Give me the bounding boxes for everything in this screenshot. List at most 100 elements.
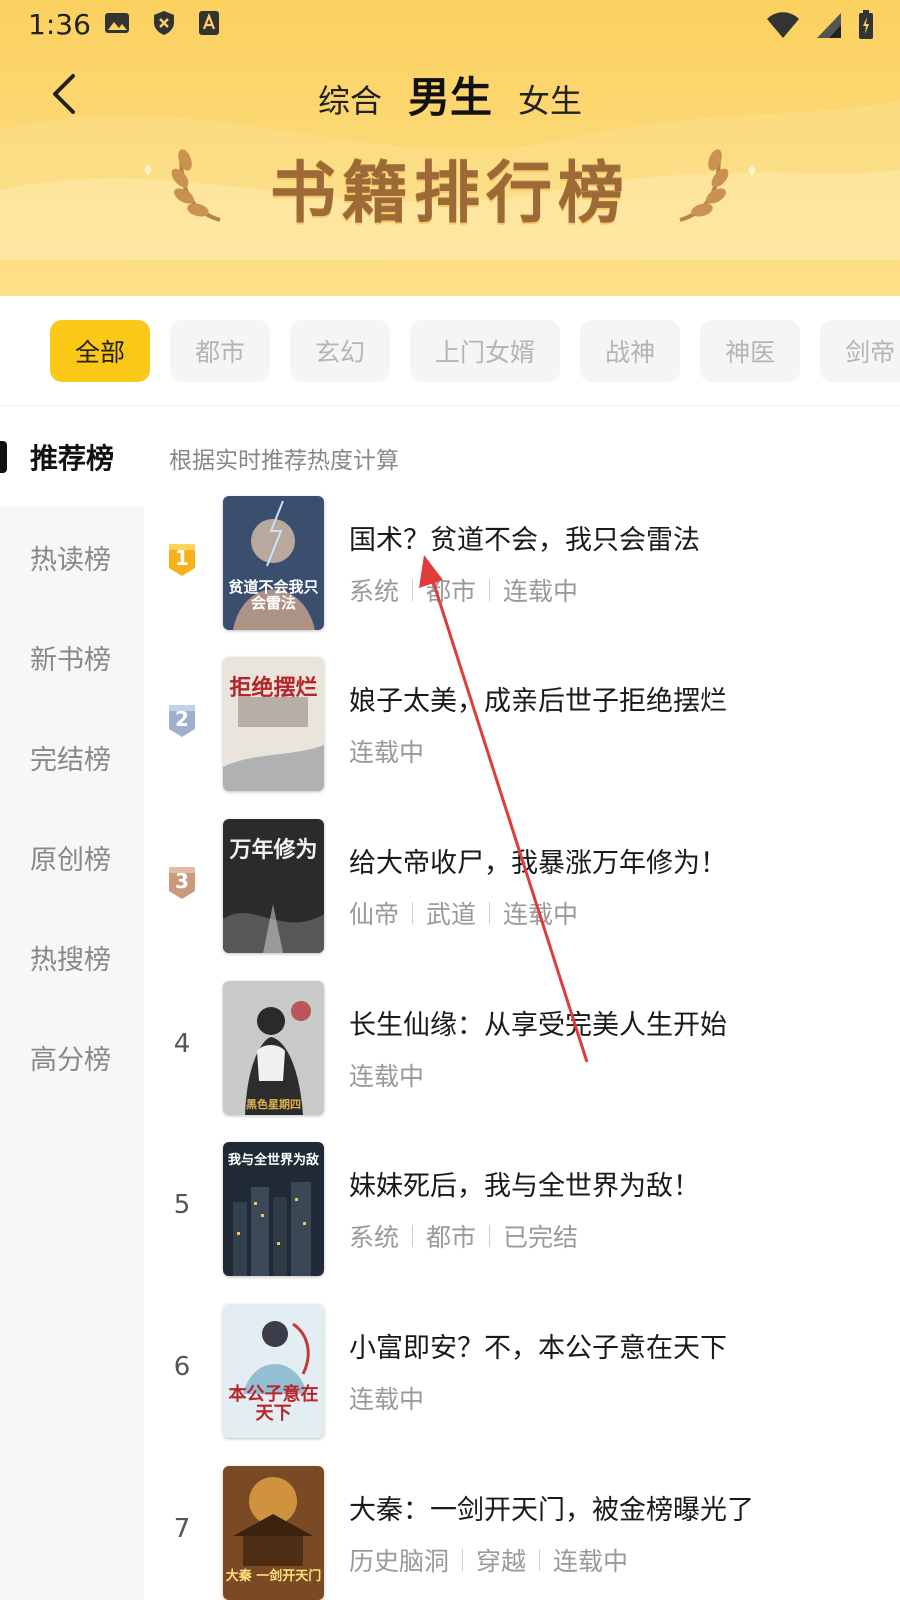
wifi-icon [766, 11, 800, 43]
book-cover[interactable]: 本公子意在天下 [223, 1304, 324, 1438]
book-list: 根据实时推荐热度计算 1 贫道不会我只会雷法 国术？贫道不会，我只会雷法 系统 … [144, 407, 900, 1600]
sidebar-item-label: 推荐榜 [30, 442, 115, 475]
rank-number: 7 [173, 1514, 191, 1544]
cover-title: 我与全世界为敌 [227, 1153, 319, 1168]
sidebar-item-label: 完结榜 [30, 744, 111, 776]
book-title: 长生仙缘：从享受完美人生开始 [349, 1010, 727, 1041]
ranking-sidebar: 推荐榜 热读榜 新书榜 完结榜 原创榜 热搜榜 高分榜 [0, 407, 144, 1600]
book-row[interactable]: 1 贫道不会我只会雷法 国术？贫道不会，我只会雷法 系统 都市 连载中 [144, 496, 900, 630]
book-cover[interactable]: 黑色星期四 [223, 981, 324, 1115]
book-tags: 连载中 [349, 733, 424, 769]
book-tag: 系统 [349, 1223, 400, 1252]
tag-divider [489, 902, 491, 924]
status-time: 1:36 [28, 8, 91, 41]
cover-title: 大秦 一剑开天门 [225, 1569, 322, 1584]
tab-all[interactable]: 综合 [318, 76, 382, 122]
book-row[interactable]: 4 黑色星期四 长生仙缘：从享受完美人生开始 连载中 [144, 981, 900, 1115]
book-title: 大秦：一剑开天门，被金榜曝光了 [349, 1495, 754, 1526]
book-tags: 仙帝 武道 连载中 [349, 895, 578, 931]
status-bar: 1:36 [0, 0, 900, 52]
sidebar-item-label: 高分榜 [30, 1044, 111, 1076]
category-chip-bar: 全部 都市 玄幻 上门女婿 战神 神医 剑帝 [0, 296, 900, 406]
tab-female[interactable]: 女生 [518, 76, 582, 122]
book-cover[interactable]: 万年修为 [223, 819, 324, 953]
book-title: 国术？贫道不会，我只会雷法 [349, 525, 700, 556]
tag-divider [539, 1549, 541, 1571]
sidebar-item-recommended[interactable]: 推荐榜 [0, 407, 144, 507]
sidebar-item-label: 原创榜 [30, 844, 111, 876]
rank-number: 1 [175, 546, 189, 570]
book-cover[interactable]: 大秦 一剑开天门 [223, 1466, 324, 1600]
book-tag: 都市 [426, 577, 477, 606]
book-tag: 仙帝 [349, 900, 400, 929]
book-tag: 穿越 [476, 1547, 527, 1576]
rank-number: 2 [175, 707, 189, 731]
sidebar-item-hot-search[interactable]: 热搜榜 [0, 907, 144, 1007]
rank-number: 3 [175, 869, 189, 893]
tag-divider [489, 1225, 491, 1247]
font-icon [198, 10, 220, 40]
signal-icon [816, 11, 842, 43]
book-title: 娘子太美，成亲后世子拒绝摆烂 [349, 686, 727, 717]
image-icon [104, 11, 130, 39]
chip-war-god[interactable]: 战神 [580, 320, 681, 382]
cover-title: 贫道不会我只会雷法 [228, 578, 319, 612]
book-tag: 已完结 [503, 1223, 579, 1252]
book-tags: 连载中 [349, 1380, 424, 1416]
book-tags: 系统 都市 已完结 [349, 1218, 578, 1254]
tag-divider [462, 1549, 464, 1571]
book-tags: 系统 都市 连载中 [349, 572, 578, 608]
chip-all[interactable]: 全部 [50, 320, 151, 382]
book-title: 给大帝收尸，我暴涨万年修为！ [349, 848, 727, 879]
book-tag: 历史脑洞 [349, 1547, 450, 1576]
cover-title: 黑色星期四 [246, 1098, 301, 1111]
rank-badge-gold: 1 [166, 542, 198, 578]
tag-divider [489, 579, 491, 601]
book-tag: 连载中 [349, 738, 425, 767]
book-tag: 连载中 [349, 1385, 425, 1414]
rank-badge-bronze: 3 [166, 865, 198, 901]
active-indicator [0, 441, 7, 473]
sidebar-item-original[interactable]: 原创榜 [0, 807, 144, 907]
book-cover[interactable]: 贫道不会我只会雷法 [223, 496, 324, 630]
book-row[interactable]: 3 万年修为 给大帝收尸，我暴涨万年修为！ 仙帝 武道 连载中 [144, 819, 900, 953]
book-cover[interactable]: 我与全世界为敌 [223, 1142, 324, 1276]
tab-male[interactable]: 男生 [408, 64, 492, 125]
tag-divider [412, 902, 414, 924]
book-tags: 历史脑洞 穿越 连载中 [349, 1542, 628, 1578]
cover-title: 本公子意在天下 [228, 1384, 319, 1424]
list-subtitle: 根据实时推荐热度计算 [169, 448, 399, 474]
sidebar-item-label: 热读榜 [30, 544, 111, 576]
sidebar-item-completed[interactable]: 完结榜 [0, 707, 144, 807]
gender-tabs: 综合 男生 女生 [0, 64, 900, 125]
rank-number: 6 [173, 1352, 191, 1382]
cover-title: 拒绝摆烂 [229, 675, 318, 701]
book-cover[interactable]: 拒绝摆烂 [223, 657, 324, 791]
tag-divider [412, 1225, 414, 1247]
shield-icon [152, 10, 176, 40]
book-row[interactable]: 7 大秦 一剑开天门 大秦：一剑开天门，被金榜曝光了 历史脑洞 穿越 连载中 [144, 1466, 900, 1600]
book-tag: 武道 [426, 900, 477, 929]
chip-sword-emperor[interactable]: 剑帝 [820, 320, 900, 382]
chip-doctor[interactable]: 神医 [700, 320, 801, 382]
rank-number: 5 [173, 1190, 191, 1220]
sidebar-item-hot-read[interactable]: 热读榜 [0, 507, 144, 607]
cover-title: 万年修为 [229, 837, 318, 863]
sidebar-item-label: 热搜榜 [30, 944, 111, 976]
book-row[interactable]: 2 拒绝摆烂 娘子太美，成亲后世子拒绝摆烂 连载中 [144, 657, 900, 791]
book-row[interactable]: 5 我与全世界为敌 妹妹死后，我与全世界为敌！ 系统 都市 已完结 [144, 1142, 900, 1276]
book-tags: 连载中 [349, 1057, 424, 1093]
sidebar-item-new-books[interactable]: 新书榜 [0, 607, 144, 707]
header-banner: 1:36 综合 男生 女生 书籍排行榜 [0, 0, 900, 296]
book-tag: 连载中 [349, 1062, 425, 1091]
book-tag: 都市 [426, 1223, 477, 1252]
chip-fantasy[interactable]: 玄幻 [290, 320, 391, 382]
book-row[interactable]: 6 本公子意在天下 小富即安？不，本公子意在天下 连载中 [144, 1304, 900, 1438]
sidebar-item-high-score[interactable]: 高分榜 [0, 1007, 144, 1107]
sidebar-item-label: 新书榜 [30, 644, 111, 676]
chip-son-in-law[interactable]: 上门女婿 [410, 320, 561, 382]
chip-city[interactable]: 都市 [170, 320, 271, 382]
book-title: 小富即安？不，本公子意在天下 [349, 1333, 727, 1364]
book-tag: 连载中 [553, 1547, 629, 1576]
tag-divider [412, 579, 414, 601]
